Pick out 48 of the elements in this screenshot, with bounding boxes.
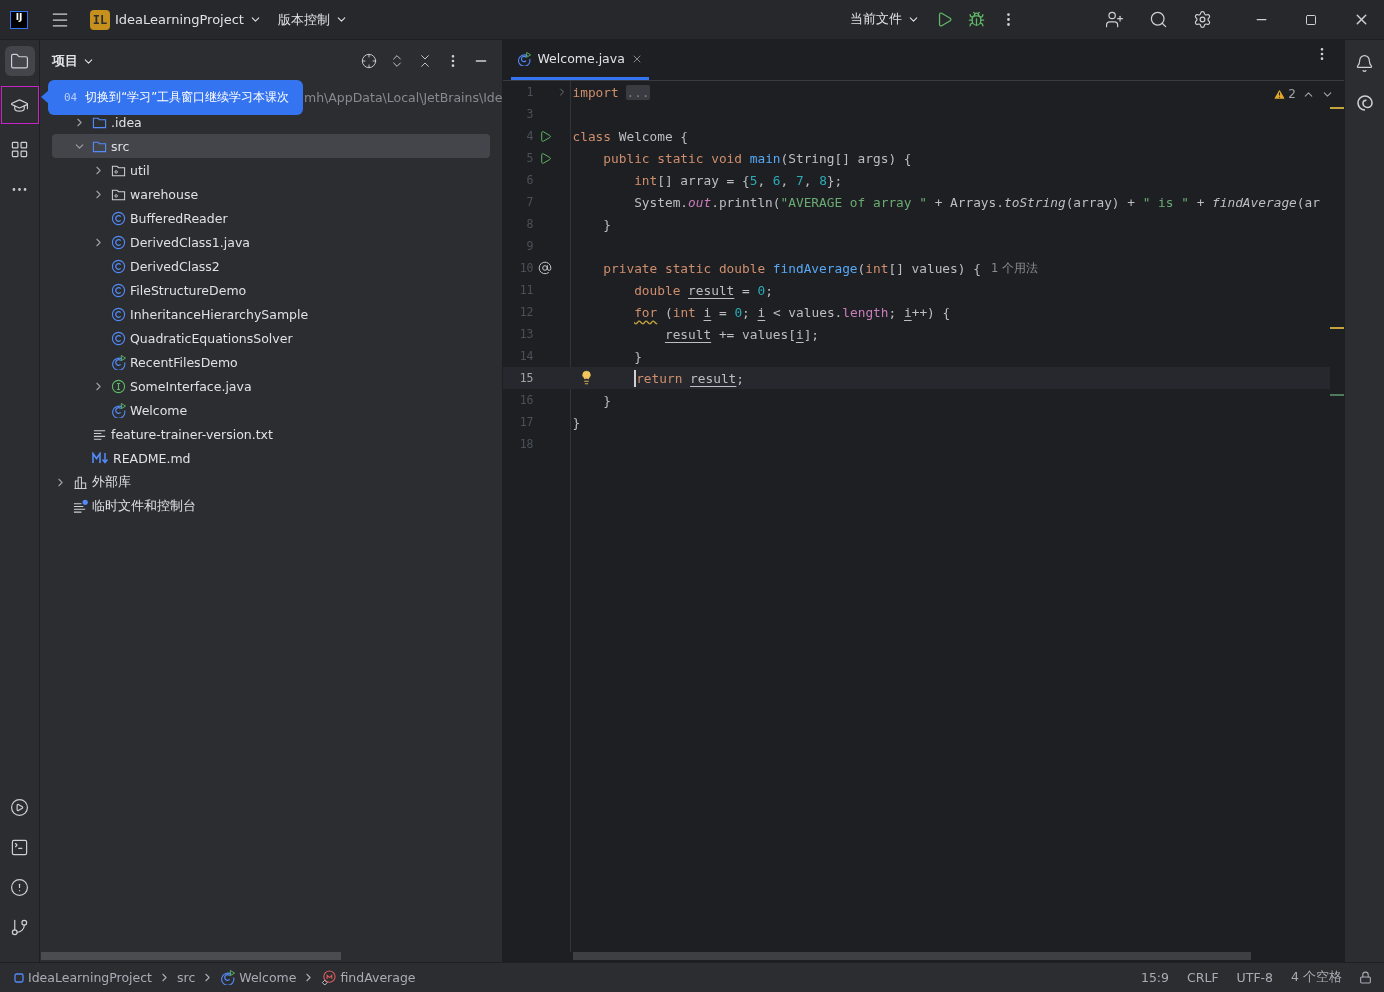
- breadcrumb[interactable]: src: [175, 970, 198, 985]
- tree-item[interactable]: QuadraticEquationsSolver: [52, 326, 491, 350]
- tree-item[interactable]: Welcome: [52, 398, 491, 422]
- tree-item[interactable]: InheritanceHierarchySample: [52, 302, 491, 326]
- line-number: 15: [518, 371, 534, 385]
- code-line: System.out.println("AVERAGE of array " + Arrays.toString(array) + " is " + findAverage(ar: [633, 193, 1320, 212]
- project-selector[interactable]: IL IdeaLearningProject: [84, 5, 268, 34]
- code-line: return result;: [571, 367, 744, 389]
- run-config-selector[interactable]: 当前文件: [844, 7, 926, 32]
- code-line: }: [571, 413, 581, 432]
- breadcrumb[interactable]: IdeaLearningProject: [12, 970, 154, 985]
- code-line: private static double findAverage(int[] values) { 1 个用法: [602, 259, 1038, 278]
- code-line: }: [633, 347, 642, 366]
- tree-item[interactable]: DerivedClass2: [52, 254, 491, 278]
- tree-item[interactable]: SomeInterface.java: [52, 374, 491, 398]
- status-item[interactable]: 4 个空格: [1284, 969, 1349, 986]
- tooltip: 04 切换到“学习”工具窗口继续学习本课次: [48, 80, 303, 115]
- status-item[interactable]: 15:9: [1133, 970, 1177, 985]
- code-line: }: [602, 391, 612, 410]
- code-line: public static void main(String[] args) {: [602, 149, 912, 168]
- tree-item[interactable]: util: [52, 158, 491, 182]
- code-line: import ...: [571, 83, 650, 102]
- status-item[interactable]: UTF-8: [1229, 970, 1281, 985]
- breadcrumb[interactable]: findAverage: [319, 970, 418, 985]
- vcs-menu[interactable]: 版本控制: [271, 6, 354, 33]
- code-line: double result = 0;: [633, 281, 773, 300]
- tree-item[interactable]: warehouse: [52, 182, 491, 206]
- code-line: result += values[i];: [663, 325, 820, 344]
- tree-item[interactable]: README.md: [52, 446, 491, 470]
- project-view-selector[interactable]: 项目: [46, 48, 101, 74]
- tree-item[interactable]: 临时文件和控制台: [52, 494, 491, 518]
- tree-item[interactable]: BufferedReader: [52, 206, 491, 230]
- tree-item[interactable]: FileStructureDemo: [52, 278, 491, 302]
- code-line: }: [602, 215, 612, 234]
- tree-item[interactable]: feature-trainer-version.txt: [52, 422, 491, 446]
- status-item[interactable]: CRLF: [1180, 970, 1226, 985]
- tree-item[interactable]: RecentFilesDemo: [52, 350, 491, 374]
- code-line: class Welcome {: [571, 127, 689, 146]
- editor-tab[interactable]: Welcome.java: [511, 40, 649, 80]
- breadcrumb[interactable]: Welcome: [218, 970, 299, 985]
- code-line: for (int i = 0; i < values.length; i++) {: [633, 303, 951, 322]
- warning-count[interactable]: 2: [1273, 87, 1296, 101]
- app-logo[interactable]: IJ: [10, 10, 28, 29]
- project-path: mh\AppData\Local\JetBrains\Ide: [304, 89, 503, 107]
- tree-item[interactable]: 外部库: [52, 470, 491, 494]
- code-line: int[] array = {5, 6, 7, 8};: [633, 171, 843, 190]
- tree-item[interactable]: DerivedClass1.java: [52, 230, 491, 254]
- tree-item[interactable]: src: [52, 134, 491, 158]
